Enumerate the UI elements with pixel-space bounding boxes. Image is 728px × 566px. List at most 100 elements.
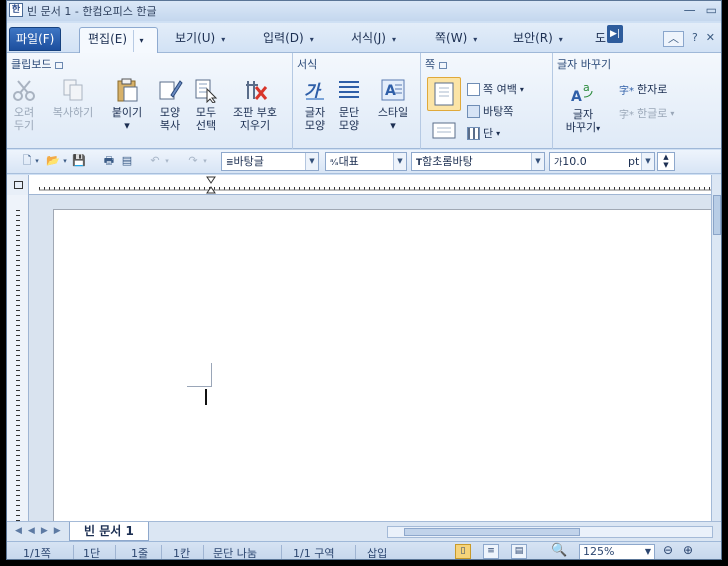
- tab-insert-label: 입력(D): [263, 31, 304, 45]
- vertical-scroll-thumb[interactable]: [713, 195, 721, 235]
- style-select[interactable]: ≣바탕글 ▼: [221, 152, 319, 171]
- minimize-icon[interactable]: —: [684, 3, 696, 17]
- zoom-in-icon[interactable]: ⊕: [683, 543, 693, 557]
- tab-format[interactable]: 서식(J) ▾: [343, 27, 404, 51]
- horizontal-scrollbar[interactable]: [387, 526, 713, 538]
- copy-button[interactable]: 복사하기: [45, 77, 101, 119]
- change-char-button[interactable]: Aa 글자 바꾸기▾: [561, 79, 605, 135]
- window-controls: — ▭: [684, 3, 717, 17]
- status-insert-mode[interactable]: 삽입: [367, 545, 387, 559]
- close-doc-icon[interactable]: ✕: [706, 31, 715, 47]
- vertical-ruler[interactable]: [7, 195, 29, 521]
- ruler-ticks: [39, 175, 713, 195]
- tab-insert[interactable]: 입력(D) ▾: [255, 27, 322, 51]
- font-select[interactable]: T함초롬바탕 ▼: [411, 152, 545, 171]
- zoom-out-icon[interactable]: ⊖: [663, 543, 673, 557]
- chevron-down-icon[interactable]: ▾: [33, 153, 41, 169]
- tab-view[interactable]: 보기(U) ▾: [167, 27, 233, 51]
- horizontal-scroll-thumb[interactable]: [404, 528, 580, 536]
- tab-file[interactable]: 파일(F): [9, 27, 62, 51]
- document-tab-bar: ◀◀▶▶ 빈 문서 1: [7, 521, 721, 541]
- horizontal-ruler[interactable]: [29, 175, 713, 195]
- zoom-icon[interactable]: 🔍: [551, 543, 567, 558]
- tab-scroll-right-icon[interactable]: ▶|: [607, 25, 623, 43]
- convert-group: 글자 바꾸기 Aa 글자 바꾸기▾ 字* 한자로 字* 한글로 ▾: [553, 53, 713, 149]
- spinner-up-icon[interactable]: ▲: [663, 153, 668, 161]
- page-layout-button[interactable]: [427, 117, 461, 146]
- spinner-down-icon[interactable]: ▼: [663, 161, 668, 169]
- ribbon-collapse-icon[interactable]: ︿: [662, 31, 684, 47]
- print-preview-icon[interactable]: ▤: [119, 153, 135, 169]
- chevron-down-icon: ▾: [390, 119, 396, 132]
- hanja-icon: 字*: [619, 85, 634, 97]
- tab-edit[interactable]: 편집(E) ▾: [79, 27, 159, 54]
- zoom-select[interactable]: 125% ▼: [579, 544, 655, 559]
- dialog-launcher-icon[interactable]: [55, 61, 64, 69]
- clipboard-title-label: 클립보드: [11, 58, 52, 71]
- print-icon[interactable]: 🖶: [101, 153, 117, 169]
- standard-toolbar: 🗋 ▾ 📂 ▾ 💾 🖶 ▤ ↶ ▾ ↷ ▾ ≣바탕글 ▼ ᵃ⁄ₐ대표 ▼ T함초롬바…: [7, 150, 721, 174]
- help-icon[interactable]: ?: [692, 31, 698, 47]
- format-copy-label-1: 모양: [159, 106, 181, 119]
- tab-security[interactable]: 보안(R) ▾: [505, 27, 571, 51]
- maximize-icon[interactable]: ▭: [706, 3, 717, 17]
- menu-tab-bar: 파일(F) 편집(E) ▾ 보기(U) ▾ 입력(D) ▾ 서식(J) ▾ 쪽(W) ▾ …: [7, 23, 721, 54]
- chevron-down-icon: ▾: [519, 84, 524, 94]
- tab-nav-arrows-icon[interactable]: ◀◀▶▶: [15, 526, 67, 536]
- cut-button[interactable]: 오려 두기: [9, 77, 39, 132]
- ruler-corner[interactable]: [7, 175, 29, 195]
- open-folder-icon[interactable]: 📂: [45, 153, 61, 169]
- page-margin-button[interactable]: 쪽 여백 ▾: [467, 81, 524, 97]
- language-select[interactable]: ᵃ⁄ₐ대표 ▼: [325, 152, 407, 171]
- page-view-icon[interactable]: ▯: [455, 544, 471, 559]
- select-all-label-2: 선택: [195, 119, 217, 132]
- style-label: 스타일: [377, 106, 409, 119]
- undo-icon[interactable]: ↶: [147, 153, 163, 169]
- format-group: 서식 가 글자 모양 문단 모양 A 스타일 ▾: [293, 53, 421, 149]
- web-view-icon[interactable]: ▤: [511, 544, 527, 559]
- document-page[interactable]: [53, 209, 713, 539]
- to-hanja-button[interactable]: 字* 한자로: [619, 81, 667, 97]
- style-button[interactable]: A 스타일 ▾: [371, 77, 415, 132]
- tab-page[interactable]: 쪽(W) ▾: [427, 27, 485, 51]
- chevron-down-icon[interactable]: ▼: [531, 153, 544, 170]
- chevron-down-icon[interactable]: ▼: [645, 545, 651, 559]
- master-page-button[interactable]: 바탕쪽: [467, 103, 513, 119]
- char-shape-button[interactable]: 가 글자 모양: [299, 77, 331, 132]
- font-size-select[interactable]: 가10.0 pt ▼: [549, 152, 655, 171]
- status-para-split: 문단 나눔: [213, 547, 257, 560]
- style-icon: A: [381, 79, 405, 101]
- chevron-down-icon[interactable]: ▼: [641, 153, 654, 170]
- chevron-down-icon[interactable]: ▾: [61, 153, 69, 169]
- format-copy-button[interactable]: 모양 복사: [153, 77, 187, 132]
- erase-label-1: 조판 부호: [233, 106, 277, 119]
- select-all-button[interactable]: 모두 선택: [189, 77, 223, 132]
- redo-icon[interactable]: ↷: [185, 153, 201, 169]
- column-button[interactable]: 단 ▾: [467, 125, 500, 141]
- normal-view-icon[interactable]: ≡: [483, 544, 499, 559]
- paste-button[interactable]: 붙이기 ▾: [105, 77, 149, 132]
- para-shape-button[interactable]: 문단 모양: [333, 77, 365, 132]
- format-copy-label-2: 복사: [159, 119, 181, 132]
- chevron-down-icon[interactable]: ▾: [163, 153, 171, 169]
- chevron-down-icon[interactable]: ▼: [305, 153, 318, 170]
- erase-markup-button[interactable]: 조판 부호 지우기: [223, 77, 287, 132]
- cut-label-2: 두기: [13, 119, 35, 132]
- margin-guide-vertical: [211, 363, 212, 387]
- chevron-down-icon: ▾: [473, 35, 478, 44]
- font-size-spinner[interactable]: ▲ ▼: [657, 152, 675, 171]
- change-char-label-1: 글자: [572, 108, 594, 121]
- to-hangul-button[interactable]: 字* 한글로 ▾: [619, 105, 674, 121]
- convert-group-title: 글자 바꾸기: [557, 58, 612, 71]
- doc-tab-active[interactable]: 빈 문서 1: [69, 522, 149, 541]
- chevron-down-icon[interactable]: ▾: [133, 30, 149, 52]
- status-separator: [203, 545, 204, 559]
- hwp-app-icon[interactable]: 한: [9, 3, 23, 17]
- chevron-down-icon[interactable]: ▾: [201, 153, 209, 169]
- change-char-label-2: 바꾸기: [565, 121, 597, 134]
- dialog-launcher-icon[interactable]: [439, 61, 448, 69]
- page-setup-button[interactable]: [427, 77, 461, 111]
- save-icon[interactable]: 💾: [71, 153, 87, 169]
- vertical-scrollbar[interactable]: [711, 175, 721, 521]
- chevron-down-icon[interactable]: ▼: [393, 153, 406, 170]
